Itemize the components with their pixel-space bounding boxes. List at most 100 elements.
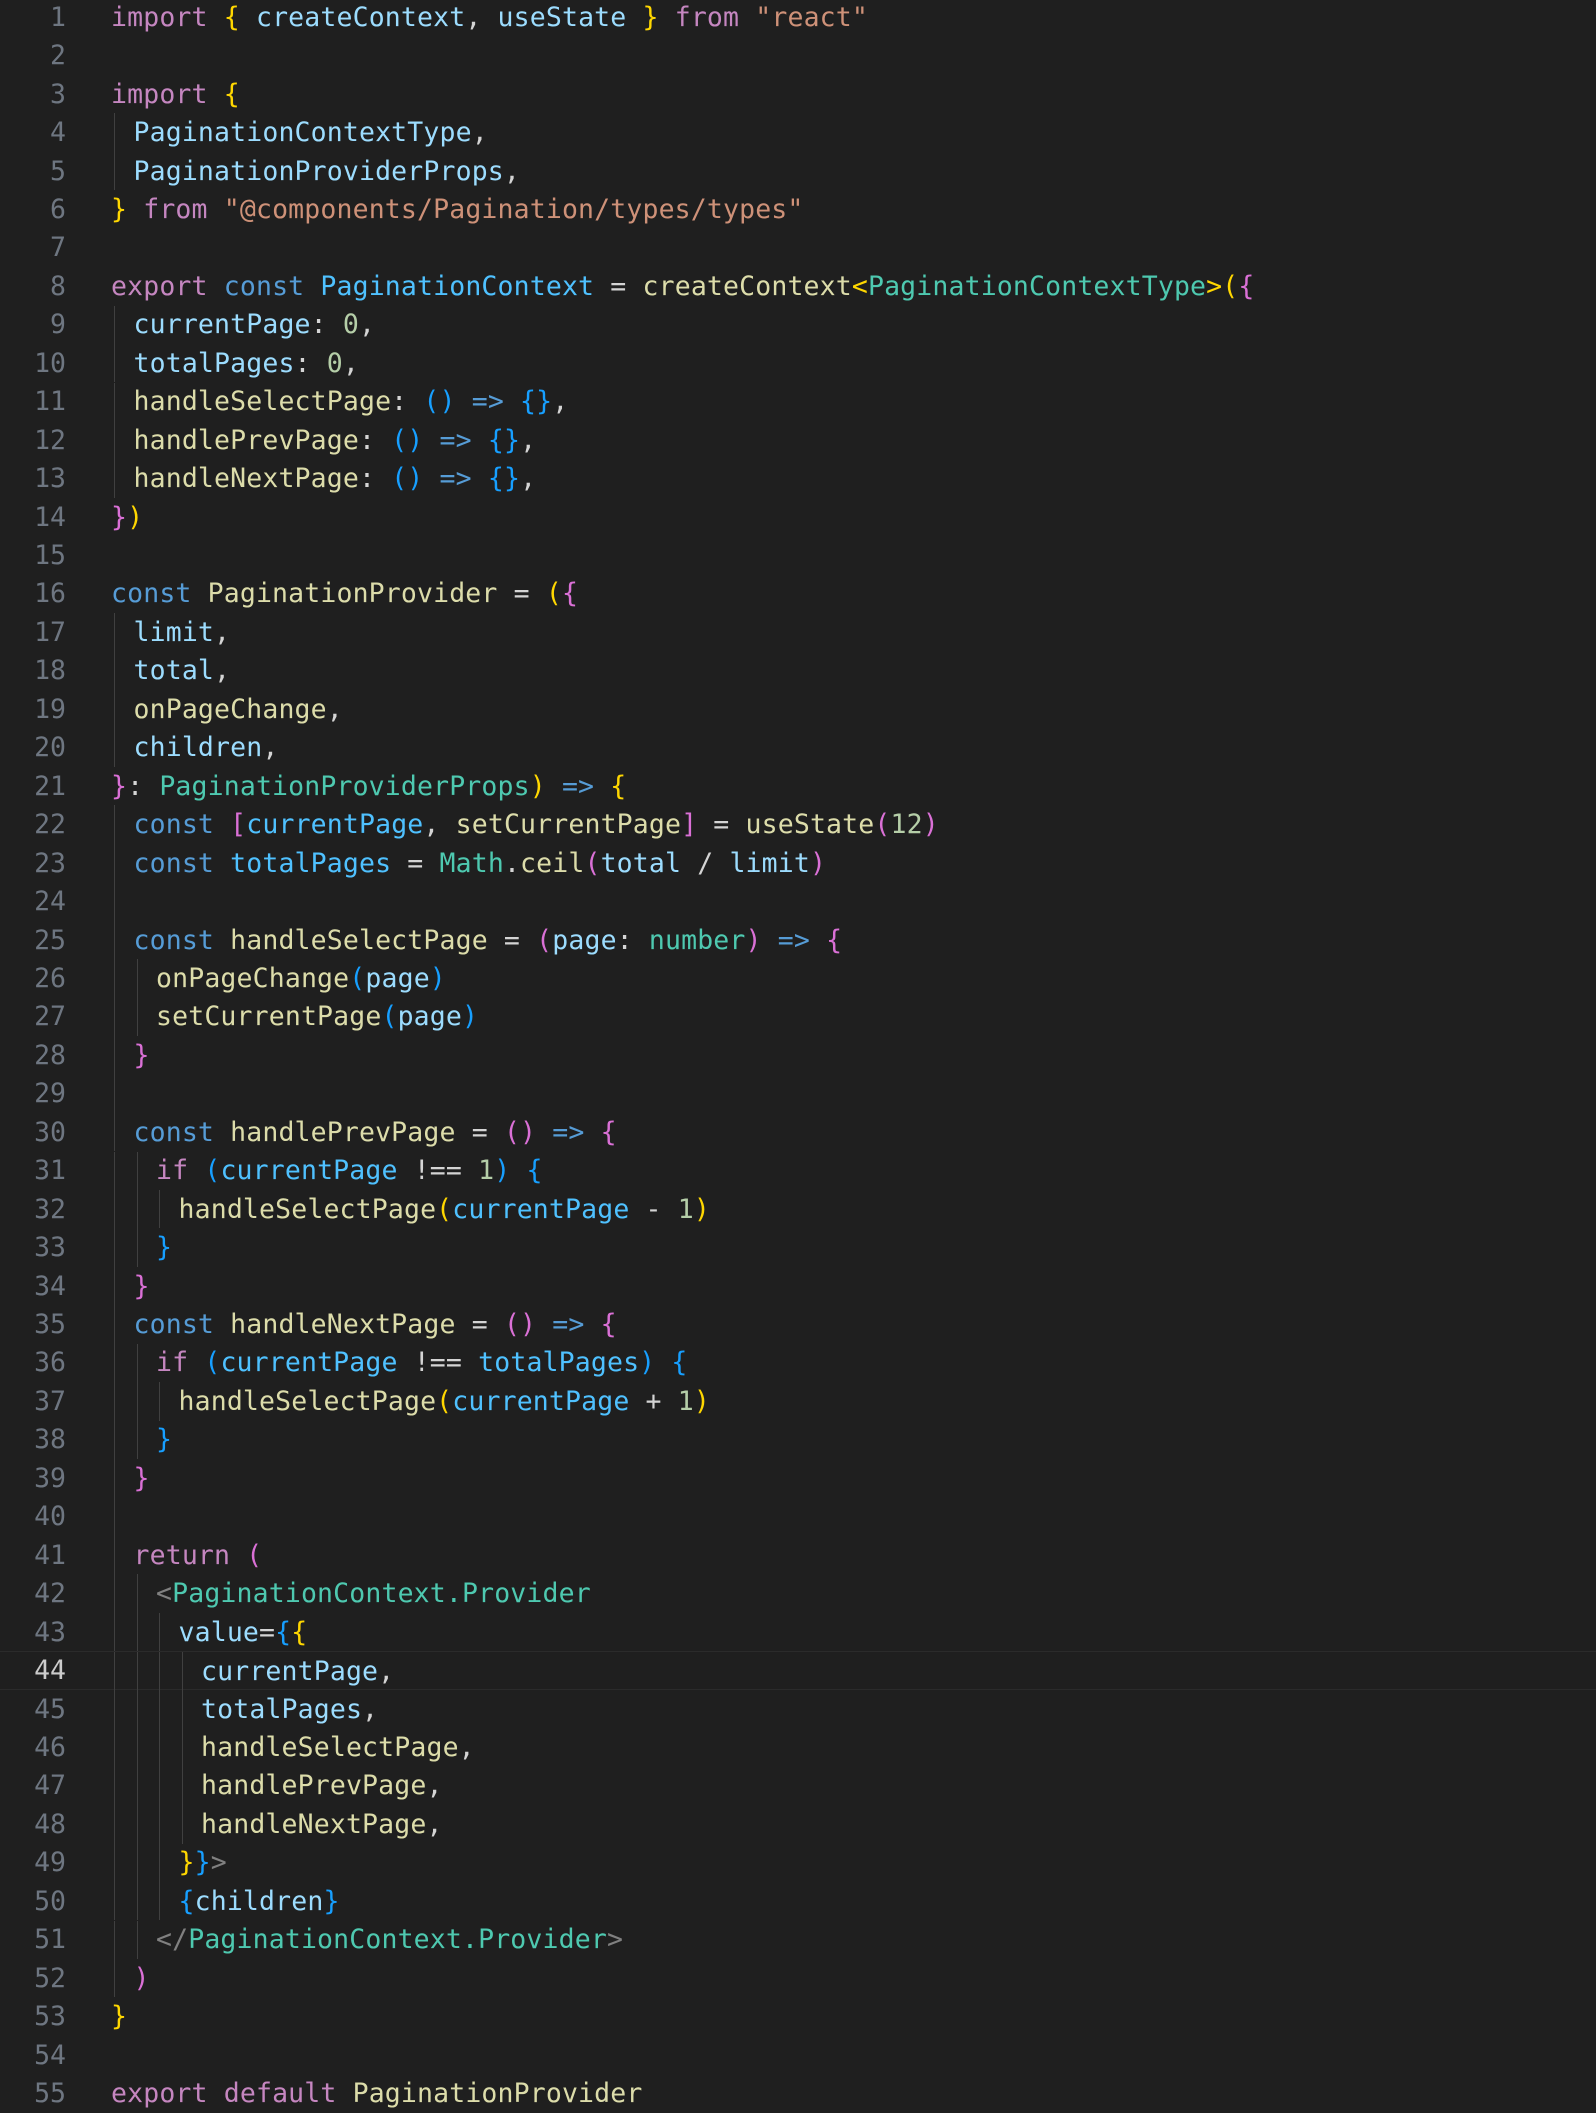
code-token: totalPages xyxy=(201,1693,363,1725)
code-line[interactable]: 33} xyxy=(0,1228,1596,1267)
indent-guide xyxy=(181,1689,183,1729)
code-text: PaginationContextType, xyxy=(134,113,488,151)
code-line[interactable]: 2 xyxy=(0,36,1596,74)
code-token: , xyxy=(503,155,521,187)
code-line[interactable]: 46 handleSelectPage, xyxy=(0,1728,1596,1767)
indent-guide xyxy=(114,1036,115,1075)
code-token: PaginationProviderProps xyxy=(133,155,504,187)
code-line[interactable]: 5 PaginationProviderProps, xyxy=(0,151,1596,191)
code-text: currentPage: 0, xyxy=(134,306,376,344)
code-line[interactable]: 27 setCurrentPage(page) xyxy=(0,997,1596,1037)
indent-guide xyxy=(114,344,115,383)
code-line[interactable]: 48 handleNextPage, xyxy=(0,1805,1596,1844)
code-line[interactable]: 34} xyxy=(0,1266,1596,1306)
code-token: currentPage xyxy=(452,1193,630,1225)
code-line[interactable]: 28} xyxy=(0,1036,1596,1075)
indent-guide xyxy=(159,1189,160,1229)
code-editor[interactable]: 1 import { createContext, useState } from… xyxy=(0,0,1596,2110)
code-line[interactable]: 11 handleSelectPage: () => {}, xyxy=(0,382,1596,421)
code-line[interactable]: 35 const handleNextPage = () => { xyxy=(0,1305,1596,1344)
code-line[interactable]: 9 currentPage: 0, xyxy=(0,305,1596,345)
code-line[interactable]: 24 xyxy=(0,882,1596,921)
code-token: setCurrentPage xyxy=(455,809,682,841)
code-token: 0 xyxy=(342,309,359,341)
code-token: () xyxy=(391,463,424,495)
code-line[interactable]: 41 return ( xyxy=(0,1536,1596,1575)
code-line[interactable]: 31 if (currentPage !== 1) { xyxy=(0,1151,1596,1190)
line-number: 36 xyxy=(34,1347,66,1379)
code-token: {} xyxy=(487,424,521,456)
code-line[interactable]: 6} from "@components/Pagination/types/ty… xyxy=(0,190,1596,228)
code-line[interactable]: 22 const [currentPage, setCurrentPage] = … xyxy=(0,805,1596,844)
code-line[interactable]: 45 totalPages, xyxy=(0,1689,1596,1729)
code-line[interactable]: 3 import { xyxy=(0,75,1596,113)
line-number: 49 xyxy=(34,1847,66,1879)
code-line[interactable]: 32 handleSelectPage(currentPage - 1) xyxy=(0,1189,1596,1229)
code-text: value ={{ xyxy=(179,1613,308,1651)
code-token: import xyxy=(111,1,208,33)
code-line[interactable]: 43 value ={{ xyxy=(0,1612,1596,1652)
code-line[interactable]: 26 onPageChange(page) xyxy=(0,959,1596,998)
code-line[interactable]: 47 handlePrevPage, xyxy=(0,1766,1596,1806)
code-line[interactable]: 29 xyxy=(0,1074,1596,1114)
code-line[interactable]: 52) xyxy=(0,1958,1596,1998)
code-token: page xyxy=(397,1001,462,1033)
code-line[interactable]: 53} xyxy=(0,1997,1596,2035)
code-token: limit xyxy=(729,847,810,879)
code-line[interactable]: 10 totalPages: 0, xyxy=(0,344,1596,383)
code-token: if xyxy=(156,1347,189,1379)
code-token: => xyxy=(439,424,472,456)
code-line[interactable]: 7 xyxy=(0,229,1596,267)
code-line[interactable]: 30 const handlePrevPage = () => { xyxy=(0,1113,1596,1152)
code-line[interactable]: 38} xyxy=(0,1420,1596,1460)
code-line[interactable]: 36 if (currentPage !== totalPages) { xyxy=(0,1343,1596,1383)
code-line[interactable]: 51 </PaginationContext.Provider > xyxy=(0,1920,1596,1959)
indent-guide xyxy=(114,1958,115,1998)
code-line[interactable]: 50 {children} xyxy=(0,1882,1596,1921)
code-line[interactable]: 16 const PaginationProvider = ({ xyxy=(0,575,1596,613)
code-token: ) xyxy=(494,1155,511,1187)
line-number: 47 xyxy=(34,1770,66,1802)
code-token: handleSelectPage xyxy=(201,1731,459,1763)
code-text: handleSelectPage(currentPage - 1) xyxy=(179,1190,710,1228)
code-line[interactable]: 13 handleNextPage: () => {}, xyxy=(0,459,1596,498)
code-line[interactable]: 37 handleSelectPage(currentPage + 1) xyxy=(0,1382,1596,1421)
code-token: , xyxy=(214,616,231,648)
code-line[interactable]: 1 import { createContext, useState } from… xyxy=(0,0,1596,36)
code-line[interactable]: 19 onPageChange, xyxy=(0,690,1596,729)
code-line[interactable]: 20 children, xyxy=(0,728,1596,767)
code-line[interactable]: 55 export default PaginationProvider xyxy=(0,2074,1596,2112)
code-line[interactable]: 54 xyxy=(0,2036,1596,2074)
code-token: ceil xyxy=(520,847,585,879)
code-token: handleSelectPage xyxy=(133,386,392,418)
code-text: onPageChange(page) xyxy=(156,959,446,997)
indent-guide xyxy=(114,959,115,998)
line-number: 31 xyxy=(34,1155,66,1187)
code-token: Math xyxy=(439,847,504,879)
code-token: ( xyxy=(1222,270,1239,302)
code-token: , xyxy=(552,386,569,418)
code-token: totalPages xyxy=(478,1347,640,1379)
code-line[interactable]: 8 export const PaginationContext = create… xyxy=(0,267,1596,305)
line-number: 55 xyxy=(34,2078,66,2110)
code-line[interactable]: 21}: PaginationProviderProps) => { xyxy=(0,767,1596,805)
code-line[interactable]: 40 xyxy=(0,1497,1596,1536)
code-line[interactable]: 42 < PaginationContext.Provider xyxy=(0,1574,1596,1613)
code-token: "@components/Pagination/types/types" xyxy=(223,193,804,225)
code-line[interactable]: 25 const handleSelectPage = (page: number… xyxy=(0,920,1596,960)
code-line[interactable]: 17 limit, xyxy=(0,613,1596,652)
code-token: children xyxy=(194,1885,324,1917)
code-line[interactable]: 4 PaginationContextType, xyxy=(0,113,1596,152)
code-line[interactable]: 23 const totalPages = Math. ceil(total / l… xyxy=(0,843,1596,883)
code-line[interactable]: 39} xyxy=(0,1459,1596,1498)
code-line[interactable]: 12 handlePrevPage: () => {}, xyxy=(0,420,1596,460)
code-line[interactable]: 18 total, xyxy=(0,651,1596,691)
code-line[interactable]: 15 xyxy=(0,536,1596,574)
code-line[interactable]: 14}) xyxy=(0,498,1596,536)
code-line[interactable]: 49}} > xyxy=(0,1843,1596,1883)
code-line[interactable]: 44 currentPage, xyxy=(0,1651,1596,1691)
code-token: } xyxy=(133,1039,150,1071)
